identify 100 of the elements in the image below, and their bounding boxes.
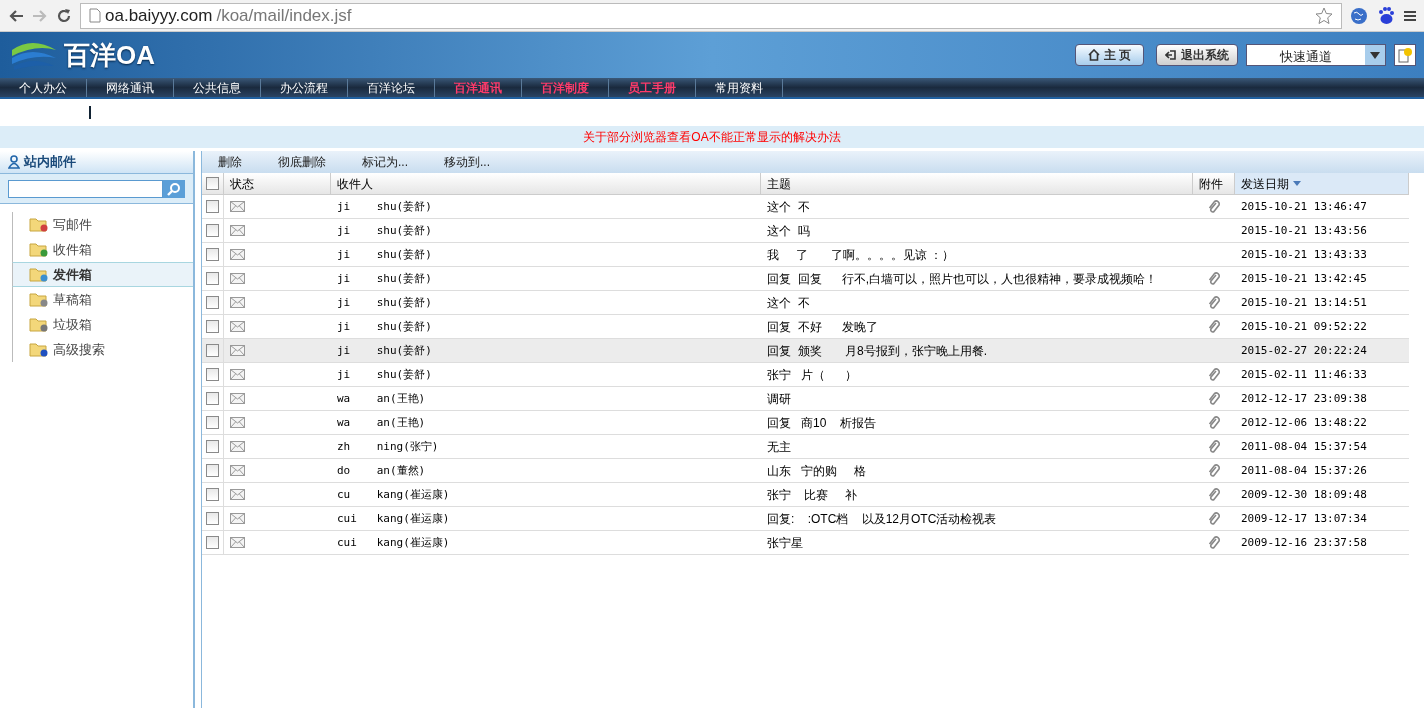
logout-button[interactable]: 退出系统 xyxy=(1156,44,1238,66)
toolbar-button[interactable]: 移动到... xyxy=(444,153,491,171)
column-header[interactable]: 状态 xyxy=(224,173,331,194)
nav-tab[interactable]: 常用资料 xyxy=(696,78,783,97)
checkbox[interactable] xyxy=(206,416,219,429)
checkbox[interactable] xyxy=(206,488,219,501)
checkbox[interactable] xyxy=(206,512,219,525)
message-row[interactable]: zh ning(张宁) 无主 2011-08-04 15:37:54 xyxy=(202,435,1409,459)
address-bar[interactable]: oa.baiyyy.com /koa/mail/index.jsf xyxy=(80,2,1342,29)
message-row[interactable]: ji shu(姜舒) 这个 不 2015-10-21 13:14:51 xyxy=(202,291,1409,315)
sidebar-item[interactable]: 发件箱 xyxy=(12,262,193,287)
message-row[interactable]: ji shu(姜舒) 张宁 片（ ） 2015-02-11 11:46:33 xyxy=(202,363,1409,387)
message-row[interactable]: ji shu(姜舒) 回复 颁奖 月8号报到，张宁晚上用餐. 2015-02-27 20:22:24 xyxy=(202,339,1409,363)
recipient-cell: cui kang(崔运康) xyxy=(337,512,450,526)
paperclip-icon xyxy=(1207,295,1221,310)
message-row[interactable]: do an(董然) 山东 宁的购 格 2011-08-04 15:37:26 xyxy=(202,459,1409,483)
checkbox[interactable] xyxy=(206,344,219,357)
date-cell: 2015-10-21 09:52:22 xyxy=(1241,320,1367,334)
folder-icon xyxy=(29,217,49,232)
back-icon[interactable] xyxy=(8,8,24,23)
message-row[interactable]: ji shu(姜舒) 这个 不 2015-10-21 13:46:47 xyxy=(202,195,1409,219)
checkbox[interactable] xyxy=(206,177,219,190)
checkbox[interactable] xyxy=(206,536,219,549)
star-icon[interactable] xyxy=(1315,6,1333,25)
envelope-icon xyxy=(230,249,245,260)
logo-text: 百洋OA xyxy=(64,38,155,72)
sidebar-item[interactable]: 垃圾箱 xyxy=(12,312,193,337)
message-row[interactable]: wa an(王艳) 回复 商10 析报告 2012-12-06 13:48:22 xyxy=(202,411,1409,435)
checkbox[interactable] xyxy=(206,272,219,285)
checkbox[interactable] xyxy=(206,464,219,477)
nav-tab[interactable]: 百洋制度 xyxy=(522,78,609,97)
checkbox[interactable] xyxy=(206,296,219,309)
toolbar-button[interactable]: 删除 xyxy=(218,153,242,171)
date-cell: 2015-10-21 13:46:47 xyxy=(1241,200,1367,214)
url-path: /koa/mail/index.jsf xyxy=(216,4,353,27)
sidebar-item[interactable]: 草稿箱 xyxy=(12,287,193,312)
paperclip-icon xyxy=(1207,415,1221,430)
nav-tab[interactable]: 公共信息 xyxy=(174,78,261,97)
globe-icon[interactable] xyxy=(1350,6,1368,25)
nav-tab[interactable]: 个人办公 xyxy=(0,78,87,97)
message-row[interactable]: cu kang(崔运康) 张宁 比赛 补 2009-12-30 18:09:48 xyxy=(202,483,1409,507)
nav-tab[interactable]: 百洋论坛 xyxy=(348,78,435,97)
nav-tab[interactable]: 员工手册 xyxy=(609,78,696,97)
checkbox[interactable] xyxy=(206,368,219,381)
column-header[interactable]: 主题 xyxy=(761,173,1193,194)
recipient-cell: do an(董然) xyxy=(337,464,426,478)
forward-icon[interactable] xyxy=(32,8,48,23)
envelope-icon xyxy=(230,369,245,380)
nav-tab[interactable]: 百洋通讯 xyxy=(435,78,522,97)
message-row[interactable]: ji shu(姜舒) 我 了 了啊。。。。见谅 ：） 2015-10-21 13:43:33 xyxy=(202,243,1409,267)
paw-icon[interactable] xyxy=(1376,5,1396,26)
home-button[interactable]: 主 页 xyxy=(1074,44,1144,66)
message-row[interactable]: ji shu(姜舒) 回复 回复 行不,白墙可以，照片也可以，人也很精神，要录成视频哈！ 2015-10-21 13:42:45 xyxy=(202,267,1409,291)
reload-icon[interactable] xyxy=(56,7,72,24)
home-icon xyxy=(1087,49,1100,61)
column-header[interactable]: 发送日期 xyxy=(1235,173,1409,194)
column-header[interactable]: 收件人 xyxy=(331,173,761,194)
nav-tab[interactable]: 网络通讯 xyxy=(87,78,174,97)
message-row[interactable]: cui kang(崔运康) 张宁星 2009-12-16 23:37:58 xyxy=(202,531,1409,555)
recipient-cell: zh ning(张宁) xyxy=(337,440,439,454)
message-row[interactable]: ji shu(姜舒) 这个 吗 2015-10-21 13:43:56 xyxy=(202,219,1409,243)
subject-cell: 张宁星 xyxy=(767,535,803,550)
page-icon xyxy=(89,8,101,23)
recipient-cell: wa an(王艳) xyxy=(337,392,426,406)
message-row[interactable]: ji shu(姜舒) 回复 不好 发晚了 2015-10-21 09:52:22 xyxy=(202,315,1409,339)
checkbox[interactable] xyxy=(206,200,219,213)
checkbox[interactable] xyxy=(206,224,219,237)
date-cell: 2015-10-21 13:43:56 xyxy=(1241,224,1367,238)
toolbar-button[interactable]: 标记为... xyxy=(362,153,408,171)
toolbar-button[interactable]: 彻底删除 xyxy=(278,153,326,171)
envelope-icon xyxy=(230,321,245,332)
paperclip-icon xyxy=(1207,535,1221,550)
checkbox[interactable] xyxy=(206,248,219,261)
search-field[interactable] xyxy=(8,179,163,198)
message-row[interactable]: wa an(王艳) 调研 2012-12-17 23:09:38 xyxy=(202,387,1409,411)
envelope-icon xyxy=(230,441,245,452)
checkbox[interactable] xyxy=(206,440,219,453)
subject-cell: 无主 xyxy=(767,439,791,454)
envelope-icon xyxy=(230,417,245,428)
envelope-icon xyxy=(230,465,245,476)
date-cell: 2015-10-21 13:14:51 xyxy=(1241,296,1367,310)
date-cell: 2009-12-30 18:09:48 xyxy=(1241,488,1367,502)
quick-access-select[interactable]: 快速通道 xyxy=(1246,44,1386,66)
date-cell: 2015-02-27 20:22:24 xyxy=(1241,344,1367,358)
message-row[interactable]: cui kang(崔运康) 回复: :OTC档 以及12月OTC活动检视表 2009-12-17 13:07:34 xyxy=(202,507,1409,531)
help-icon[interactable] xyxy=(1398,47,1412,63)
recipient-cell: wa an(王艳) xyxy=(337,416,426,430)
sidebar-item[interactable]: 高级搜索 xyxy=(12,337,193,362)
checkbox[interactable] xyxy=(206,392,219,405)
subject-cell: 这个 不 xyxy=(767,295,810,310)
search-icon[interactable] xyxy=(167,181,181,196)
folder-icon xyxy=(29,317,49,332)
paperclip-icon xyxy=(1207,367,1221,382)
envelope-icon xyxy=(230,225,245,236)
menu-icon[interactable] xyxy=(1404,9,1416,22)
nav-tab[interactable]: 办公流程 xyxy=(261,78,348,97)
subject-cell: 调研 xyxy=(767,391,791,406)
sidebar-item[interactable]: 写邮件 xyxy=(12,212,193,237)
envelope-icon xyxy=(230,201,245,212)
checkbox[interactable] xyxy=(206,320,219,333)
